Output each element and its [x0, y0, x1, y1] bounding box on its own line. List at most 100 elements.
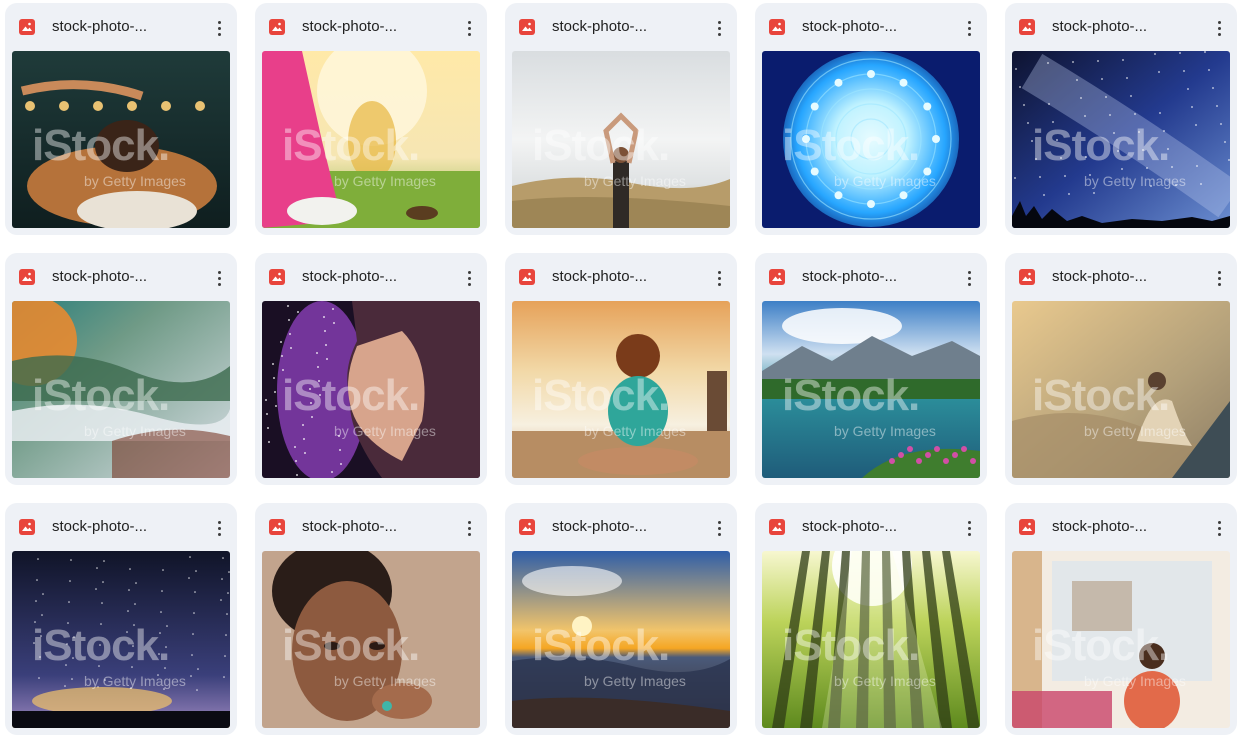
file-card[interactable]: stock-photo-... iStock. by Getty Images	[255, 3, 487, 235]
file-name[interactable]: stock-photo-...	[52, 518, 147, 535]
more-options-icon[interactable]	[208, 266, 230, 290]
file-card-header: stock-photo-...	[255, 253, 487, 301]
thumbnail-image	[12, 301, 230, 478]
thumbnail-image	[12, 51, 230, 228]
thumbnail-image	[1012, 551, 1230, 728]
file-card-header: stock-photo-...	[255, 503, 487, 551]
file-card[interactable]: stock-photo-... iStock. by Getty Images	[505, 253, 737, 485]
image-file-icon	[269, 269, 285, 285]
file-thumbnail[interactable]: iStock. by Getty Images	[512, 301, 730, 478]
file-card[interactable]: stock-photo-... iStock. by Getty Images	[5, 503, 237, 735]
file-card-header: stock-photo-...	[5, 253, 237, 301]
file-card[interactable]: stock-photo-... iStock. by Getty Images	[755, 3, 987, 235]
image-file-icon	[769, 519, 785, 535]
more-options-icon[interactable]	[1208, 16, 1230, 40]
file-card-header: stock-photo-...	[505, 503, 737, 551]
file-name[interactable]: stock-photo-...	[802, 268, 897, 285]
file-name[interactable]: stock-photo-...	[1052, 18, 1147, 35]
image-file-icon	[1019, 519, 1035, 535]
more-options-icon[interactable]	[208, 16, 230, 40]
file-card-header: stock-photo-...	[5, 503, 237, 551]
file-card[interactable]: stock-photo-... iStock. by Getty Images	[1005, 503, 1237, 735]
image-file-icon	[519, 269, 535, 285]
file-thumbnail[interactable]: iStock. by Getty Images	[12, 551, 230, 728]
more-options-icon[interactable]	[708, 16, 730, 40]
file-card[interactable]: stock-photo-... iStock. by Getty Images	[5, 3, 237, 235]
file-thumbnail[interactable]: iStock. by Getty Images	[1012, 51, 1230, 228]
file-name[interactable]: stock-photo-...	[302, 518, 397, 535]
file-card[interactable]: stock-photo-... iStock. by Getty Images	[1005, 253, 1237, 485]
file-name[interactable]: stock-photo-...	[1052, 268, 1147, 285]
more-options-icon[interactable]	[958, 16, 980, 40]
file-thumbnail[interactable]: iStock. by Getty Images	[512, 51, 730, 228]
more-options-icon[interactable]	[1208, 516, 1230, 540]
file-card-header: stock-photo-...	[505, 253, 737, 301]
more-options-icon[interactable]	[208, 516, 230, 540]
file-name[interactable]: stock-photo-...	[552, 518, 647, 535]
file-thumbnail[interactable]: iStock. by Getty Images	[1012, 301, 1230, 478]
thumbnail-image	[762, 51, 980, 228]
file-card[interactable]: stock-photo-... iStock. by Getty Images	[255, 503, 487, 735]
file-thumbnail[interactable]: iStock. by Getty Images	[1012, 551, 1230, 728]
file-card-header: stock-photo-...	[505, 3, 737, 51]
more-options-icon[interactable]	[458, 266, 480, 290]
more-options-icon[interactable]	[1208, 266, 1230, 290]
file-name[interactable]: stock-photo-...	[302, 268, 397, 285]
image-file-icon	[1019, 269, 1035, 285]
file-card[interactable]: stock-photo-... iStock. by Getty Images	[5, 253, 237, 485]
image-file-icon	[769, 269, 785, 285]
thumbnail-image	[12, 551, 230, 728]
file-card-header: stock-photo-...	[1005, 503, 1237, 551]
image-file-icon	[269, 19, 285, 35]
file-card-header: stock-photo-...	[1005, 3, 1237, 51]
file-name[interactable]: stock-photo-...	[52, 268, 147, 285]
thumbnail-image	[262, 551, 480, 728]
file-grid: stock-photo-... iStock. by Getty Images sto…	[0, 0, 1244, 741]
thumbnail-image	[262, 301, 480, 478]
thumbnail-image	[762, 551, 980, 728]
file-thumbnail[interactable]: iStock. by Getty Images	[12, 301, 230, 478]
file-name[interactable]: stock-photo-...	[552, 268, 647, 285]
more-options-icon[interactable]	[458, 516, 480, 540]
file-card[interactable]: stock-photo-... iStock. by Getty Images	[505, 503, 737, 735]
file-name[interactable]: stock-photo-...	[802, 518, 897, 535]
file-card[interactable]: stock-photo-... iStock. by Getty Images	[505, 3, 737, 235]
thumbnail-image	[262, 51, 480, 228]
file-card[interactable]: stock-photo-... iStock. by Getty Images	[755, 503, 987, 735]
file-card[interactable]: stock-photo-... iStock. by Getty Images	[755, 253, 987, 485]
file-card-header: stock-photo-...	[755, 253, 987, 301]
file-card[interactable]: stock-photo-... iStock. by Getty Images	[255, 253, 487, 485]
file-thumbnail[interactable]: iStock. by Getty Images	[262, 551, 480, 728]
image-file-icon	[519, 19, 535, 35]
file-thumbnail[interactable]: iStock. by Getty Images	[762, 551, 980, 728]
thumbnail-image	[1012, 301, 1230, 478]
file-thumbnail[interactable]: iStock. by Getty Images	[262, 51, 480, 228]
more-options-icon[interactable]	[958, 516, 980, 540]
file-thumbnail[interactable]: iStock. by Getty Images	[762, 51, 980, 228]
image-file-icon	[19, 19, 35, 35]
more-options-icon[interactable]	[458, 16, 480, 40]
more-options-icon[interactable]	[958, 266, 980, 290]
image-file-icon	[269, 519, 285, 535]
more-options-icon[interactable]	[708, 266, 730, 290]
file-name[interactable]: stock-photo-...	[1052, 518, 1147, 535]
file-name[interactable]: stock-photo-...	[552, 18, 647, 35]
file-thumbnail[interactable]: iStock. by Getty Images	[762, 301, 980, 478]
file-card-header: stock-photo-...	[1005, 253, 1237, 301]
file-name[interactable]: stock-photo-...	[302, 18, 397, 35]
thumbnail-image	[512, 51, 730, 228]
file-thumbnail[interactable]: iStock. by Getty Images	[262, 301, 480, 478]
file-card[interactable]: stock-photo-... iStock. by Getty Images	[1005, 3, 1237, 235]
file-name[interactable]: stock-photo-...	[52, 18, 147, 35]
thumbnail-image	[512, 301, 730, 478]
file-thumbnail[interactable]: iStock. by Getty Images	[512, 551, 730, 728]
more-options-icon[interactable]	[708, 516, 730, 540]
image-file-icon	[19, 519, 35, 535]
thumbnail-image	[1012, 51, 1230, 228]
thumbnail-image	[512, 551, 730, 728]
image-file-icon	[519, 519, 535, 535]
file-name[interactable]: stock-photo-...	[802, 18, 897, 35]
file-card-header: stock-photo-...	[5, 3, 237, 51]
file-thumbnail[interactable]: iStock. by Getty Images	[12, 51, 230, 228]
file-card-header: stock-photo-...	[755, 503, 987, 551]
